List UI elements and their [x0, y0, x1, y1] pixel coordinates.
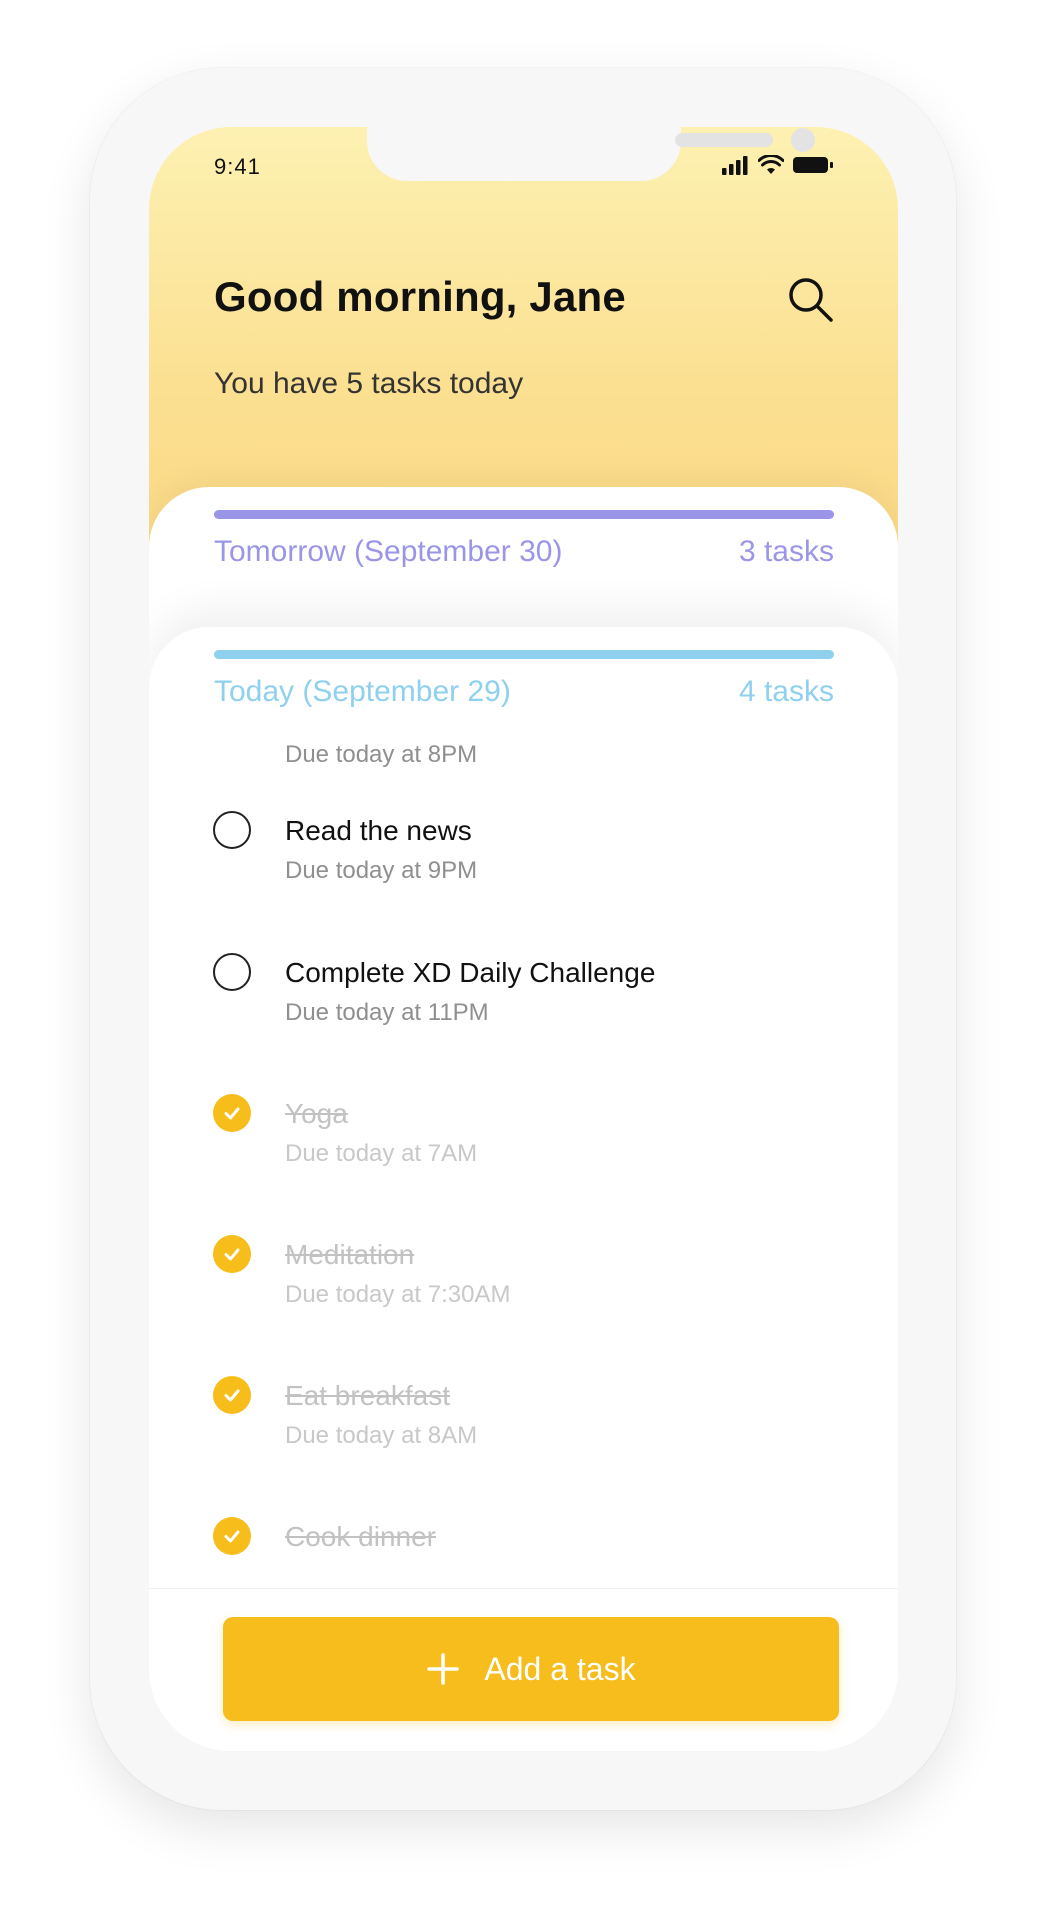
task-checkbox[interactable] [213, 953, 251, 991]
task-title: Yoga [285, 1098, 348, 1129]
speaker [675, 133, 773, 147]
task-checkbox-checked[interactable] [213, 1235, 251, 1273]
task-due: Due today at 9PM [285, 857, 478, 884]
task-due: Due today at 7:30AM [285, 1281, 511, 1308]
add-task-button[interactable]: Add a task [223, 1617, 839, 1721]
page: 9:41 Good morning, Jane You have 5 tasks… [0, 0, 1046, 1920]
task-title: Cook dinner [285, 1521, 436, 1552]
task-due: Due today at 8AM [285, 1422, 478, 1449]
bottom-bar: Add a task [149, 1588, 898, 1751]
task-title: Eat breakfast [285, 1380, 450, 1411]
task-checkbox-checked[interactable] [213, 1376, 251, 1414]
task-due: Due today at 8PM [285, 741, 478, 768]
task-checkbox[interactable] [213, 811, 251, 849]
check-icon [224, 1389, 240, 1402]
task-due: Due today at 11PM [285, 999, 489, 1026]
search-icon [789, 278, 833, 322]
tomorrow-title: Tomorrow (September 30) [214, 535, 563, 568]
camera [791, 128, 815, 152]
status-icons [722, 154, 834, 176]
status-time: 9:41 [214, 154, 261, 179]
check-icon [224, 1530, 240, 1543]
wifi-icon [758, 155, 784, 174]
today-title: Today (September 29) [214, 675, 511, 708]
task-checkbox-checked[interactable] [213, 1094, 251, 1132]
plus-icon [427, 1653, 460, 1685]
today-count: 4 tasks [738, 675, 834, 708]
task-summary: You have 5 tasks today [214, 367, 524, 400]
phone-screen: 9:41 Good morning, Jane You have 5 tasks… [149, 127, 898, 1751]
task-title: Complete XD Daily Challenge [285, 957, 656, 988]
task-checkbox-checked[interactable] [213, 1517, 251, 1555]
greeting-title: Good morning, Jane [214, 273, 626, 320]
battery-icon [793, 157, 833, 173]
task-due: Due today at 7AM [285, 1140, 478, 1167]
task-list[interactable]: Due today at 8PM Read the news Due today… [149, 737, 898, 1588]
notch [367, 127, 815, 181]
search-button[interactable] [781, 270, 841, 330]
tomorrow-accent-bar [214, 510, 834, 519]
check-icon [224, 1248, 240, 1261]
task-title: Read the news [285, 815, 472, 846]
check-icon [224, 1107, 240, 1120]
add-task-label: Add a task [484, 1650, 636, 1687]
signal-icon [722, 156, 748, 175]
tomorrow-count: 3 tasks [738, 535, 834, 568]
today-section: Today (September 29) 4 tasks Due today a… [149, 627, 898, 1751]
task-title: Meditation [285, 1239, 415, 1270]
today-accent-bar [214, 650, 834, 659]
